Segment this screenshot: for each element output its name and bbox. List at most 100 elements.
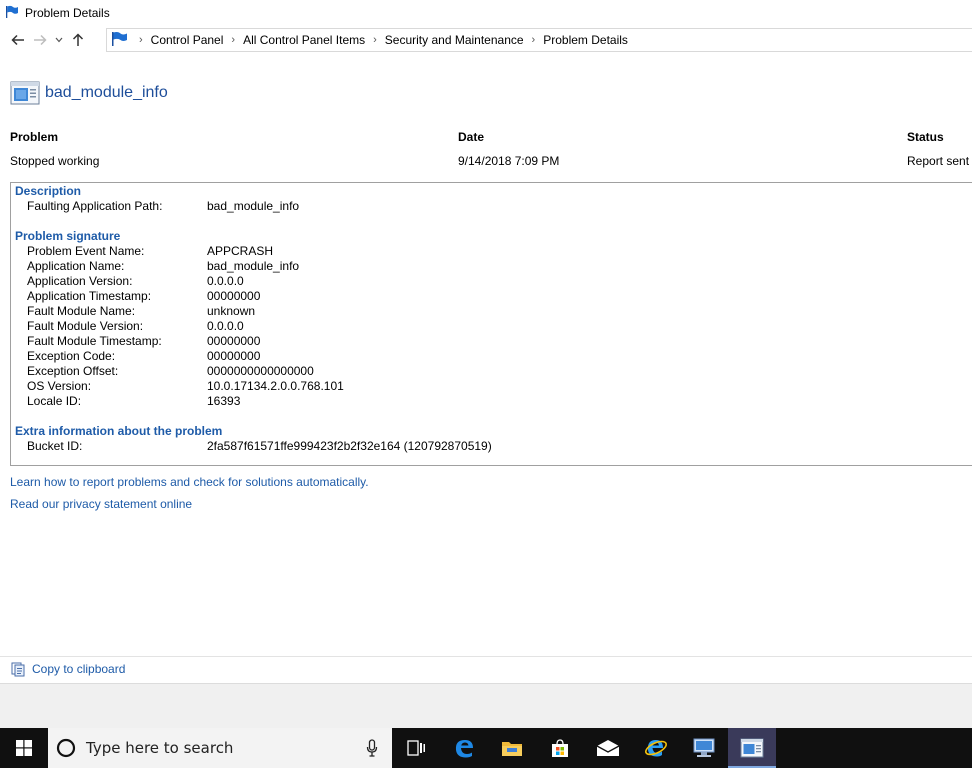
folder-icon xyxy=(502,742,522,756)
task-view-icon xyxy=(407,740,425,756)
status-header: Status xyxy=(907,130,944,144)
date-header: Date xyxy=(458,130,485,144)
breadcrumb-separator-icon: › xyxy=(139,34,143,46)
detail-key: Locale ID: xyxy=(27,394,82,408)
detail-key: Application Version: xyxy=(27,274,133,288)
title-bar: Problem Details xyxy=(0,0,972,26)
detail-row: Fault Module Name: unknown xyxy=(27,304,255,319)
taskbar-remote-desktop[interactable] xyxy=(680,728,728,768)
store-bag-icon xyxy=(552,739,568,757)
application-window-icon xyxy=(740,738,764,758)
application-window-icon xyxy=(10,81,40,105)
taskbar: Type here to search xyxy=(0,728,972,768)
detail-key: Problem Event Name: xyxy=(27,244,145,258)
detail-key: Bucket ID: xyxy=(27,439,83,453)
detail-row: OS Version: 10.0.17134.2.0.0.768.101 xyxy=(27,379,344,394)
detail-row: Exception Offset: 0000000000000000 xyxy=(27,364,314,379)
detail-row: Exception Code: 00000000 xyxy=(27,349,260,364)
detail-value: 10.0.17134.2.0.0.768.101 xyxy=(207,379,344,393)
status-value: Report sent xyxy=(907,154,970,168)
extra-info-title: Extra information about the problem xyxy=(15,424,223,438)
detail-key: Fault Module Version: xyxy=(27,319,144,333)
learn-more-link[interactable]: Learn how to report problems and check f… xyxy=(10,475,369,489)
mail-envelope-icon xyxy=(596,740,620,756)
detail-key: Exception Offset: xyxy=(27,364,119,378)
breadcrumb-control-panel[interactable]: Control Panel xyxy=(151,33,224,47)
forward-button[interactable] xyxy=(29,28,51,52)
edge-browser-icon xyxy=(455,740,473,758)
problem-header: Problem xyxy=(10,130,59,144)
start-button[interactable] xyxy=(0,728,48,768)
detail-value: APPCRASH xyxy=(207,244,274,258)
detail-value: unknown xyxy=(207,304,256,318)
breadcrumb-all-items[interactable]: All Control Panel Items xyxy=(243,33,365,47)
detail-value: 0.0.0.0 xyxy=(207,319,244,333)
privacy-statement-link[interactable]: Read our privacy statement online xyxy=(10,497,192,511)
detail-key: Fault Module Timestamp: xyxy=(27,334,162,348)
detail-value: 0000000000000000 xyxy=(207,364,314,378)
recent-locations-button[interactable] xyxy=(51,28,67,52)
copy-to-clipboard-button[interactable]: Copy to clipboard xyxy=(10,661,125,677)
detail-key: Application Name: xyxy=(27,259,125,273)
detail-row: Application Version: 0.0.0.0 xyxy=(27,274,244,289)
breadcrumb-separator-icon: › xyxy=(531,34,536,46)
navigation-bar: › Control Panel › All Control Panel Item… xyxy=(0,26,972,54)
detail-value: bad_module_info xyxy=(207,259,300,273)
taskbar-problem-details[interactable] xyxy=(728,728,776,768)
detail-value: 00000000 xyxy=(207,334,261,348)
detail-key: Exception Code: xyxy=(27,349,116,363)
detail-row: Faulting Application Path: bad_module_in… xyxy=(27,199,299,214)
internet-explorer-icon xyxy=(645,740,667,757)
taskbar-file-explorer[interactable] xyxy=(488,728,536,768)
microphone-icon[interactable] xyxy=(366,739,378,757)
date-value: 9/14/2018 7:09 PM xyxy=(458,154,560,168)
window-title: Problem Details xyxy=(25,6,110,20)
task-view-button[interactable] xyxy=(392,728,440,768)
divider xyxy=(0,656,972,657)
search-placeholder: Type here to search xyxy=(86,739,234,757)
detail-value: 16393 xyxy=(207,394,241,408)
status-column: Status Report sent xyxy=(907,130,969,168)
detail-row: Fault Module Version: 0.0.0.0 xyxy=(27,319,244,334)
window-footer xyxy=(0,683,972,728)
control-panel-flag-icon xyxy=(111,31,129,50)
taskbar-edge[interactable] xyxy=(440,728,488,768)
breadcrumb-problem-details[interactable]: Problem Details xyxy=(543,33,628,47)
forward-arrow-icon xyxy=(34,34,47,46)
detail-row: Problem Event Name: APPCRASH xyxy=(27,244,273,259)
breadcrumb-separator-icon: › xyxy=(373,34,377,46)
breadcrumb-separator-icon: › xyxy=(231,34,236,46)
remote-desktop-icon xyxy=(693,738,715,757)
detail-value: 00000000 xyxy=(207,289,261,303)
detail-value: bad_module_info xyxy=(207,199,300,213)
problem-column: Problem Stopped working xyxy=(10,130,99,168)
up-button[interactable] xyxy=(67,28,89,52)
description-title: Description xyxy=(15,184,82,198)
taskbar-mail[interactable] xyxy=(584,728,632,768)
detail-row: Bucket ID: 2fa587f61571ffe999423f2b2f32e1… xyxy=(27,439,492,454)
detail-key: Fault Module Name: xyxy=(27,304,136,318)
taskbar-search-box[interactable]: Type here to search xyxy=(48,728,392,768)
problem-value: Stopped working xyxy=(10,154,100,168)
clipboard-icon xyxy=(11,662,25,677)
problem-summary: Problem Stopped working Date 9/14/2018 7… xyxy=(10,130,972,170)
copy-to-clipboard-label: Copy to clipboard xyxy=(32,662,126,676)
detail-key: OS Version: xyxy=(27,379,92,393)
problem-details-box: Description Faulting Application Path: b… xyxy=(10,182,972,466)
detail-row: Application Name: bad_module_info xyxy=(27,259,299,274)
signature-title: Problem signature xyxy=(15,229,121,243)
back-arrow-icon xyxy=(11,34,24,46)
cortana-circle-icon xyxy=(56,738,76,758)
detail-row: Fault Module Timestamp: 00000000 xyxy=(27,334,260,349)
address-bar[interactable]: › Control Panel › All Control Panel Item… xyxy=(106,28,972,52)
back-button[interactable] xyxy=(7,28,29,52)
taskbar-store[interactable] xyxy=(536,728,584,768)
detail-value: 2fa587f61571ffe999423f2b2f32e164 (120792… xyxy=(207,439,492,453)
detail-value: 0.0.0.0 xyxy=(207,274,244,288)
detail-key: Application Timestamp: xyxy=(27,289,152,303)
breadcrumb-security-maintenance[interactable]: Security and Maintenance xyxy=(385,33,524,47)
breadcrumb: › Control Panel › All Control Panel Item… xyxy=(131,33,628,47)
detail-row: Application Timestamp: 00000000 xyxy=(27,289,260,304)
application-name: bad_module_info xyxy=(45,84,168,101)
taskbar-internet-explorer[interactable] xyxy=(632,728,680,768)
